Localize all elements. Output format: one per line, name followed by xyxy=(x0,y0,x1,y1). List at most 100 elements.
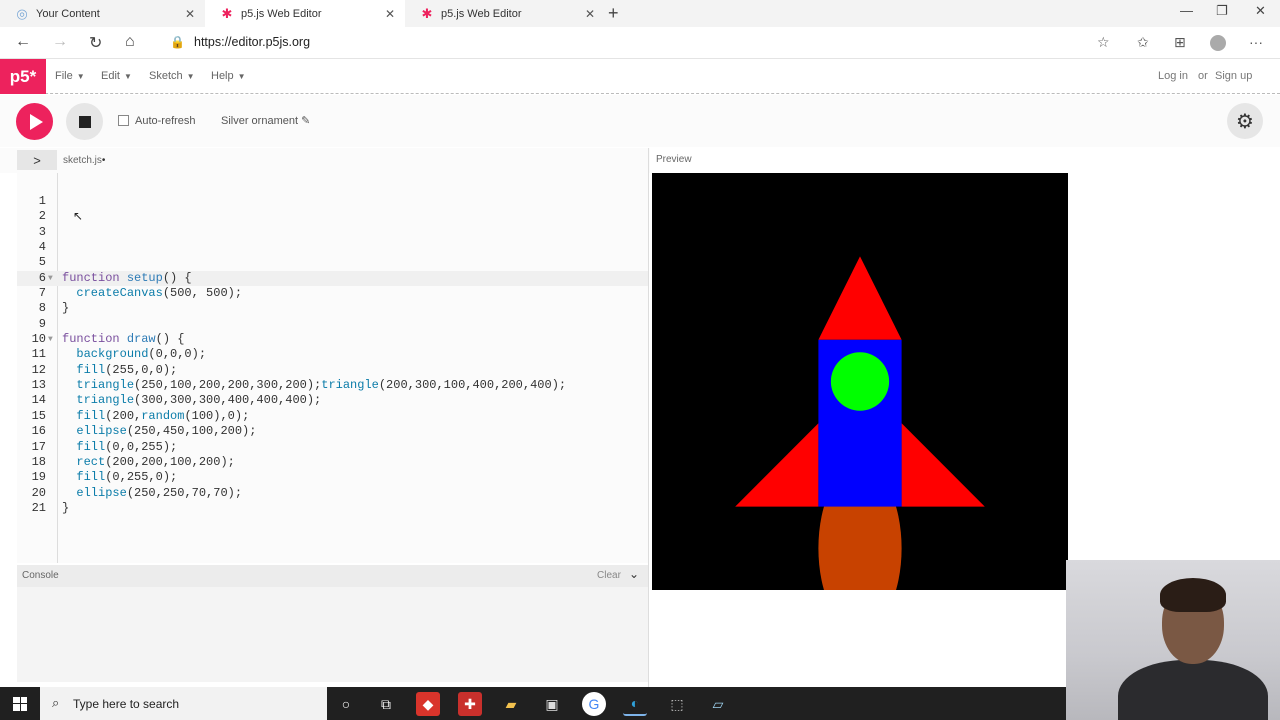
cortana-icon[interactable]: ○ xyxy=(334,692,358,716)
menu-edit[interactable]: Edit ▼ xyxy=(101,70,132,82)
auto-refresh-checkbox[interactable] xyxy=(118,115,129,126)
or-text: or xyxy=(1198,70,1208,82)
notepad-icon[interactable]: ▱ xyxy=(706,692,730,716)
sketch-preview-canvas[interactable] xyxy=(652,173,1068,590)
stop-button[interactable] xyxy=(66,103,103,140)
line-number: 6 xyxy=(38,270,46,285)
code-line[interactable]: 1 xyxy=(17,194,648,209)
code-line[interactable]: 3 xyxy=(17,225,648,240)
restore-icon[interactable]: ❐ xyxy=(1216,3,1228,19)
code-line[interactable]: 4 xyxy=(17,240,648,255)
code-line[interactable]: 15 fill(200,random(100),0); xyxy=(17,409,648,424)
sketch-toolbar: Auto-refresh Silver ornament ✎ ⚙ xyxy=(0,95,1280,147)
code-text: triangle(250,100,200,200,300,200);triang… xyxy=(76,378,567,393)
menu-label: Sketch xyxy=(149,70,183,82)
window-close-icon[interactable]: ✕ xyxy=(1255,3,1266,19)
new-tab-icon[interactable]: + xyxy=(608,3,619,24)
code-text: fill(0,0,255); xyxy=(76,439,178,454)
settings-gear-icon[interactable]: ⚙ xyxy=(1227,103,1263,139)
windows-taskbar: ⌕ Type here to search ○ ⧉ ◆ ✚ ▰ ▣ G ◐ ⬚ … xyxy=(0,687,1066,720)
pencil-icon[interactable]: ✎ xyxy=(301,115,310,127)
person-hair xyxy=(1160,578,1226,612)
start-button[interactable] xyxy=(0,687,40,720)
taskbar-search-box[interactable]: ⌕ Type here to search xyxy=(40,687,327,720)
code-line[interactable]: 11 background(0,0,0); xyxy=(17,347,648,362)
lock-icon[interactable]: 🔒 xyxy=(170,35,185,49)
code-line[interactable]: 7 createCanvas(500, 500); xyxy=(17,286,648,301)
chrome-icon[interactable]: G xyxy=(582,692,606,716)
browser-tab-your-content[interactable]: ◎ Your Content ✕ xyxy=(0,0,205,27)
browser-tab-p5-editor-active[interactable]: ✱ p5.js Web Editor ✕ xyxy=(205,0,405,27)
collections-icon[interactable]: ⊞ xyxy=(1174,34,1186,51)
code-line[interactable]: 2 xyxy=(17,209,648,224)
menu-sketch[interactable]: Sketch ▼ xyxy=(149,70,195,82)
windows-logo-icon xyxy=(13,696,27,711)
close-icon[interactable]: ✕ xyxy=(585,7,595,21)
more-menu-icon[interactable]: ··· xyxy=(1249,34,1263,50)
code-editor[interactable]: 1 2 3 4 5 6 ▼ function setup() {7 createCanvas(… xyxy=(17,173,648,563)
code-line[interactable]: 14 triangle(300,300,300,400,400,400); xyxy=(17,393,648,408)
store-icon[interactable]: ▣ xyxy=(540,692,564,716)
line-number: 9 xyxy=(38,316,46,331)
roblox-icon[interactable]: ◆ xyxy=(416,692,440,716)
code-line[interactable]: 17 fill(0,0,255); xyxy=(17,440,648,455)
favorite-star-icon[interactable]: ☆ xyxy=(1097,34,1110,51)
line-number: 13 xyxy=(31,378,46,393)
code-line[interactable]: 20 ellipse(250,250,70,70); xyxy=(17,486,648,501)
code-text: function draw() { xyxy=(62,332,185,347)
favorites-icon[interactable]: ✩ xyxy=(1137,34,1149,51)
code-line[interactable]: 21} xyxy=(17,501,648,516)
line-number: 14 xyxy=(31,393,46,408)
line-number: 17 xyxy=(31,439,46,454)
browser-tab-p5-editor[interactable]: ✱ p5.js Web Editor ✕ xyxy=(405,0,605,27)
chevron-right-icon: > xyxy=(33,152,41,168)
gift-app-icon[interactable]: ✚ xyxy=(458,692,482,716)
line-number: 11 xyxy=(31,347,46,362)
code-line[interactable]: 10 ▼ function draw() { xyxy=(17,332,648,347)
file-tab[interactable]: sketch.js• xyxy=(63,155,105,166)
fold-arrow-icon[interactable]: ▼ xyxy=(48,332,53,347)
line-number: 4 xyxy=(38,240,46,255)
code-line[interactable]: 9 xyxy=(17,317,648,332)
line-number: 21 xyxy=(31,500,46,515)
sketch-name-text: Silver ornament xyxy=(221,115,299,127)
play-button[interactable] xyxy=(16,103,53,140)
close-icon[interactable]: ✕ xyxy=(385,7,395,21)
code-lines[interactable]: 1 2 3 4 5 6 ▼ function setup() {7 createCanvas(… xyxy=(17,194,648,516)
url-input[interactable]: https://editor.p5js.org xyxy=(194,35,310,49)
console-label: Console xyxy=(22,570,59,581)
home-icon[interactable]: ⌂ xyxy=(125,33,135,51)
menu-help[interactable]: Help ▼ xyxy=(211,70,246,82)
file-explorer-icon[interactable]: ▰ xyxy=(499,692,523,716)
code-line[interactable]: 5 xyxy=(17,255,648,270)
menu-file[interactable]: File ▼ xyxy=(55,70,85,82)
sketch-name[interactable]: Silver ornament ✎ xyxy=(221,114,310,127)
line-number: 5 xyxy=(38,255,46,270)
refresh-icon[interactable]: ↻ xyxy=(89,33,102,53)
forward-icon[interactable]: → xyxy=(52,33,68,51)
back-icon[interactable]: ← xyxy=(15,33,31,51)
p5-logo[interactable]: p5* xyxy=(0,59,46,94)
snip-tool-icon[interactable]: ⬚ xyxy=(665,692,689,716)
code-line[interactable]: 16 ellipse(250,450,100,200); xyxy=(17,424,648,439)
minimize-icon[interactable]: — xyxy=(1180,3,1193,18)
console-clear-button[interactable]: Clear xyxy=(597,570,621,581)
profile-avatar[interactable] xyxy=(1210,35,1226,51)
pane-divider[interactable] xyxy=(648,148,649,688)
code-line[interactable]: 6 ▼ function setup() { xyxy=(17,270,648,287)
fold-arrow-icon[interactable]: ▼ xyxy=(48,271,53,286)
task-view-icon[interactable]: ⧉ xyxy=(374,692,398,716)
code-line[interactable]: 19 fill(0,255,0); xyxy=(17,470,648,485)
code-line[interactable]: 8} xyxy=(17,301,648,316)
signup-link[interactable]: Sign up xyxy=(1215,70,1252,82)
sidebar-expand-button[interactable]: > xyxy=(17,150,57,170)
code-line[interactable]: 13 triangle(250,100,200,200,300,200);tri… xyxy=(17,378,648,393)
tab-label: p5.js Web Editor xyxy=(441,7,522,20)
code-line[interactable]: 18 rect(200,200,100,200); xyxy=(17,455,648,470)
code-text: ellipse(250,250,70,70); xyxy=(76,485,243,500)
login-link[interactable]: Log in xyxy=(1158,70,1188,82)
chevron-down-icon[interactable]: ⌄ xyxy=(629,567,639,581)
edge-icon[interactable]: ◐ xyxy=(623,692,647,716)
close-icon[interactable]: ✕ xyxy=(185,7,195,21)
code-line[interactable]: 12 fill(255,0,0); xyxy=(17,363,648,378)
